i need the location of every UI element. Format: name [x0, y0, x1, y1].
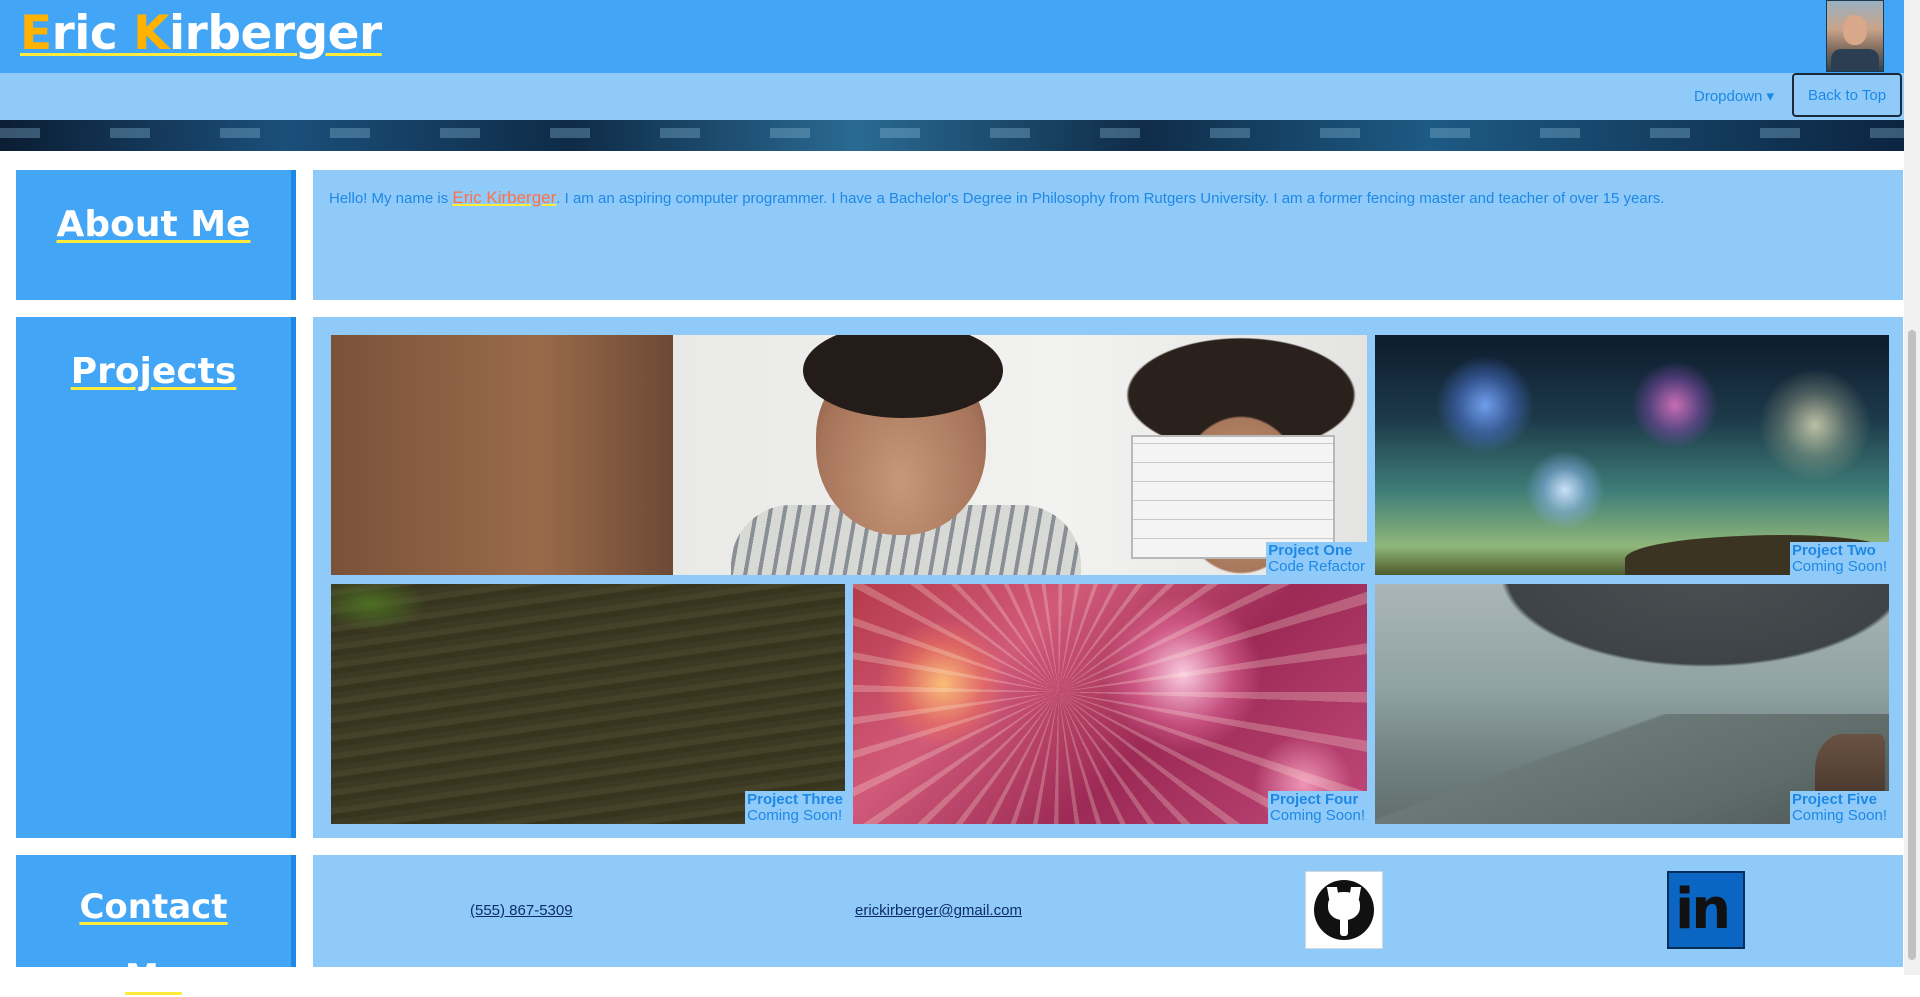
contact-heading-box: Contact Me — [16, 855, 296, 995]
github-cat-head — [1328, 892, 1360, 920]
project-subtitle: Coming Soon! — [747, 807, 843, 824]
project-tile-three[interactable]: Project Three Coming Soon! — [331, 584, 845, 824]
project-tile-five[interactable]: Project Five Coming Soon! — [1375, 584, 1889, 824]
about-panel: Hello! My name is Eric Kirberger. I am a… — [313, 170, 1903, 300]
scrollbar-thumb[interactable] — [1908, 330, 1916, 960]
site-header: Eric Kirberger — [0, 0, 1904, 73]
contact-heading-line1[interactable]: Contact — [16, 889, 291, 925]
project-title: Project Five — [1791, 791, 1877, 808]
github-icon[interactable] — [1305, 871, 1383, 949]
email-link[interactable]: erickirberger@gmail.com — [855, 902, 1022, 919]
navbar: Dropdown ▾ Back to Top — [0, 73, 1904, 120]
about-text-intro: Hello! My name is — [329, 190, 453, 207]
project-subtitle: Coming Soon! — [1269, 807, 1365, 824]
project-caption: Project Two Coming Soon! — [1789, 542, 1889, 575]
contact-heading-line2[interactable]: Me — [16, 959, 291, 995]
phone-link[interactable]: (555) 867-5309 — [470, 902, 573, 919]
avatar-face — [1843, 15, 1867, 45]
project-caption: Project Four Coming Soon! — [1267, 791, 1367, 824]
hero-banner-image — [0, 120, 1904, 151]
project-tile-two[interactable]: Project Two Coming Soon! — [1375, 335, 1889, 575]
about-text: Hello! My name is Eric Kirberger. I am a… — [329, 188, 1664, 208]
project-title: Project Four — [1269, 791, 1359, 808]
brand-initial-last: K — [133, 6, 170, 61]
project-title: Project Three — [747, 791, 843, 808]
avatar — [1826, 0, 1884, 72]
dropdown-toggle[interactable]: Dropdown ▾ — [1694, 87, 1774, 105]
caret-down-icon: ▾ — [1766, 88, 1775, 105]
brand-initial-first: E — [20, 6, 52, 61]
project-subtitle: Coming Soon! — [1791, 558, 1887, 575]
brand-last-rest: irberger — [169, 6, 382, 61]
project-caption: Project Three Coming Soon! — [745, 791, 845, 824]
github-cat-tail — [1340, 918, 1348, 936]
project-caption: Project Five Coming Soon! — [1789, 791, 1889, 824]
linkedin-icon[interactable]: in — [1667, 871, 1745, 949]
brand-title[interactable]: Eric Kirberger — [20, 6, 382, 61]
back-to-top-button[interactable]: Back to Top — [1792, 73, 1902, 117]
about-heading-box: About Me — [16, 170, 296, 300]
about-text-body: . I am an aspiring computer programmer. … — [556, 190, 1665, 207]
project-caption: Project One Code Refactor — [1266, 542, 1367, 575]
about-heading[interactable]: About Me — [16, 206, 291, 244]
project-tile-one[interactable]: Project One Code Refactor — [331, 335, 1367, 575]
project-subtitle: Coming Soon! — [1791, 807, 1887, 824]
project-title: Project One — [1268, 542, 1353, 559]
projects-heading[interactable]: Projects — [16, 353, 291, 391]
linkedin-logo-text: in — [1675, 877, 1731, 942]
project-tile-four[interactable]: Project Four Coming Soon! — [853, 584, 1367, 824]
wireframe-sketch — [1131, 435, 1335, 559]
dropdown-label: Dropdown — [1694, 88, 1763, 105]
project-subtitle: Code Refactor — [1268, 558, 1365, 575]
project-title: Project Two — [1791, 542, 1876, 559]
projects-heading-box: Projects — [16, 317, 296, 838]
brand-first-rest: ric — [51, 6, 134, 61]
avatar-shirt — [1831, 49, 1879, 71]
about-name-highlight: Eric Kirberger — [452, 188, 557, 207]
contact-panel: (555) 867-5309 erickirberger@gmail.com i… — [313, 855, 1903, 967]
